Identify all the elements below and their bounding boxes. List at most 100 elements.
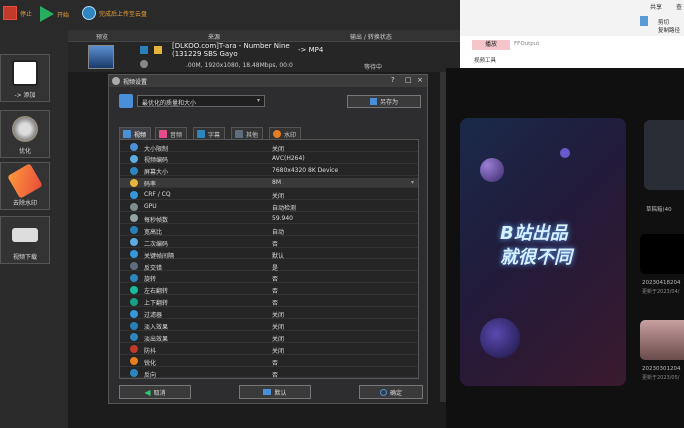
- setting-row-10[interactable]: 反交错 是: [120, 261, 418, 272]
- setting-row-4[interactable]: CRF / CQ 关闭: [120, 190, 418, 200]
- setting-row-14[interactable]: 过滤器 关闭: [120, 309, 418, 319]
- setting-icon: [130, 154, 138, 163]
- chevron-down-icon: ▾: [256, 97, 260, 104]
- help-icon[interactable]: ?: [391, 76, 395, 84]
- setting-icon: [130, 297, 138, 306]
- sidebar-item-remove-watermark[interactable]: 去除水印: [0, 162, 50, 210]
- setting-row-16[interactable]: 淡出效果 关闭: [120, 332, 418, 343]
- folder-icon[interactable]: [154, 46, 162, 54]
- default-button[interactable]: 默认: [239, 385, 311, 399]
- sidebar-item-label: 去除水印: [12, 200, 37, 207]
- setting-row-15[interactable]: 淡入效果 关闭: [120, 321, 418, 331]
- tab-audio[interactable]: 音频: [155, 127, 188, 139]
- setting-name: CRF / CQ: [144, 191, 171, 199]
- setting-icon: [130, 202, 138, 211]
- file-name: [DLKOO.com]T-ara - Number Nine (131229 S…: [172, 42, 290, 58]
- setting-row-13[interactable]: 上下翻转 否: [120, 297, 418, 307]
- preset-value: 最优化的质量和大小: [142, 100, 197, 107]
- tab-watermark[interactable]: 水印: [269, 127, 302, 139]
- video-thumb-1[interactable]: [640, 234, 684, 274]
- setting-name: 上下翻转: [144, 300, 169, 308]
- setting-row-8[interactable]: 二次编码 否: [120, 237, 418, 248]
- setting-row-6[interactable]: 每秒帧数 59.940: [120, 213, 418, 224]
- task-row[interactable]: [DLKOO.com]T-ara - Number Nine (131229 S…: [68, 42, 460, 72]
- setting-row-18[interactable]: 锐化 否: [120, 356, 418, 367]
- save-as-label: 另存为: [379, 99, 398, 106]
- setting-row-17[interactable]: 防抖 关闭: [120, 344, 418, 355]
- upload-toggle[interactable]: 完成后上传至云盘: [82, 6, 147, 20]
- ok-button[interactable]: 确定: [359, 385, 423, 399]
- task-list-header: 预览 来源 输出 / 转换状态: [68, 30, 460, 42]
- setting-row-9[interactable]: 关键帧间隔 默认: [120, 249, 418, 260]
- stop-button[interactable]: 停止: [3, 6, 32, 20]
- setting-row-5[interactable]: GPU 自动检测: [120, 202, 418, 212]
- setting-row-1[interactable]: 视频编码 AVC(H264): [120, 154, 418, 164]
- stop-label: 停止: [20, 10, 33, 18]
- tab-playback[interactable]: 播放: [472, 40, 510, 50]
- start-button[interactable]: 开始: [40, 6, 69, 22]
- setting-name: 锐化: [144, 359, 157, 367]
- cut-icon[interactable]: [640, 16, 648, 26]
- setting-row-19[interactable]: 反向 否: [120, 368, 418, 379]
- video-thumb-2[interactable]: [640, 320, 684, 360]
- setting-row-2[interactable]: 屏幕大小 7680x4320 8K Device: [120, 166, 418, 176]
- col-preview: 预览: [96, 34, 109, 41]
- setting-icon: [130, 143, 138, 151]
- tab-video-tools[interactable]: 视频工具: [474, 56, 496, 64]
- tab-other[interactable]: 其他: [231, 127, 264, 139]
- setting-value: 关闭: [272, 312, 285, 320]
- sidebar-item-add[interactable]: -> 添加: [0, 54, 50, 102]
- setting-value: 否: [272, 359, 279, 367]
- preset-select[interactable]: 最优化的质量和大小 ▾: [137, 95, 265, 107]
- setting-row-12[interactable]: 左右翻转 否: [120, 285, 418, 295]
- ok-label: 确定: [389, 389, 402, 397]
- optimize-gear-icon: [12, 116, 38, 142]
- copy-path-label: 复制路径: [658, 28, 681, 34]
- setting-icon: [130, 226, 138, 235]
- main-toolbar: 停止 开始 完成后上传至云盘: [0, 0, 460, 30]
- setting-name: 宽高比: [144, 228, 163, 236]
- tab-view[interactable]: 查: [676, 2, 682, 11]
- download-icon: [12, 228, 38, 242]
- setting-icon: [130, 250, 138, 259]
- setting-name: 反交错: [144, 264, 163, 272]
- setting-name: 码率: [144, 181, 157, 189]
- setting-row-0[interactable]: 大小限制 关闭: [120, 142, 418, 153]
- setting-name: 旋转: [144, 276, 157, 284]
- start-label: 开始: [57, 11, 70, 19]
- dialog-titlebar: 视频设置 ? □ ×: [109, 75, 427, 87]
- tab-subtitle[interactable]: 字幕: [193, 127, 226, 139]
- save-as-button[interactable]: 另存为: [347, 95, 421, 108]
- property-grid: 大小限制 关闭 视频编码 AVC(H264) 屏幕大小 7680x4320 8K Devi…: [119, 139, 419, 379]
- cancel-button[interactable]: ◀ 取消: [119, 385, 191, 399]
- settings-icon[interactable]: [140, 60, 148, 68]
- add-file-icon: [12, 60, 38, 86]
- back-arrow-icon: ◀: [144, 387, 151, 397]
- tab-share[interactable]: 共享: [650, 2, 662, 11]
- setting-value: 关闭: [272, 347, 285, 355]
- close-icon[interactable]: ×: [417, 76, 423, 84]
- setting-row-11[interactable]: 旋转 否: [120, 273, 418, 283]
- preset-icon: [119, 94, 133, 108]
- tab-video[interactable]: 视频: [119, 127, 152, 139]
- draft-card[interactable]: [644, 120, 684, 190]
- promo-banner[interactable]: B站出品 就很不同: [460, 118, 626, 386]
- setting-name: 每秒帧数: [144, 216, 169, 224]
- setting-value: 自动: [272, 228, 285, 236]
- video-1-sub: 更新于2023/04/: [642, 289, 680, 295]
- video-1-title: 20230418204: [642, 280, 681, 286]
- sidebar-item-optimize[interactable]: 优化: [0, 110, 50, 158]
- maximize-icon[interactable]: □: [405, 76, 412, 84]
- dialog-title: 视频设置: [123, 79, 148, 86]
- sidebar-item-label: 优化: [18, 148, 31, 155]
- info-icon[interactable]: [140, 46, 148, 54]
- output-name: FFOutput: [514, 41, 540, 47]
- setting-row-3[interactable]: 码率 8M ▾: [120, 177, 418, 189]
- setting-icon: [130, 238, 138, 247]
- sidebar-item-video-download[interactable]: 视频下载: [0, 216, 50, 264]
- chevron-down-icon[interactable]: ▾: [411, 179, 414, 186]
- eraser-icon: [7, 163, 43, 199]
- setting-row-7[interactable]: 宽高比 自动: [120, 225, 418, 236]
- setting-icon: [130, 190, 138, 199]
- cut-label: 剪切: [658, 20, 670, 26]
